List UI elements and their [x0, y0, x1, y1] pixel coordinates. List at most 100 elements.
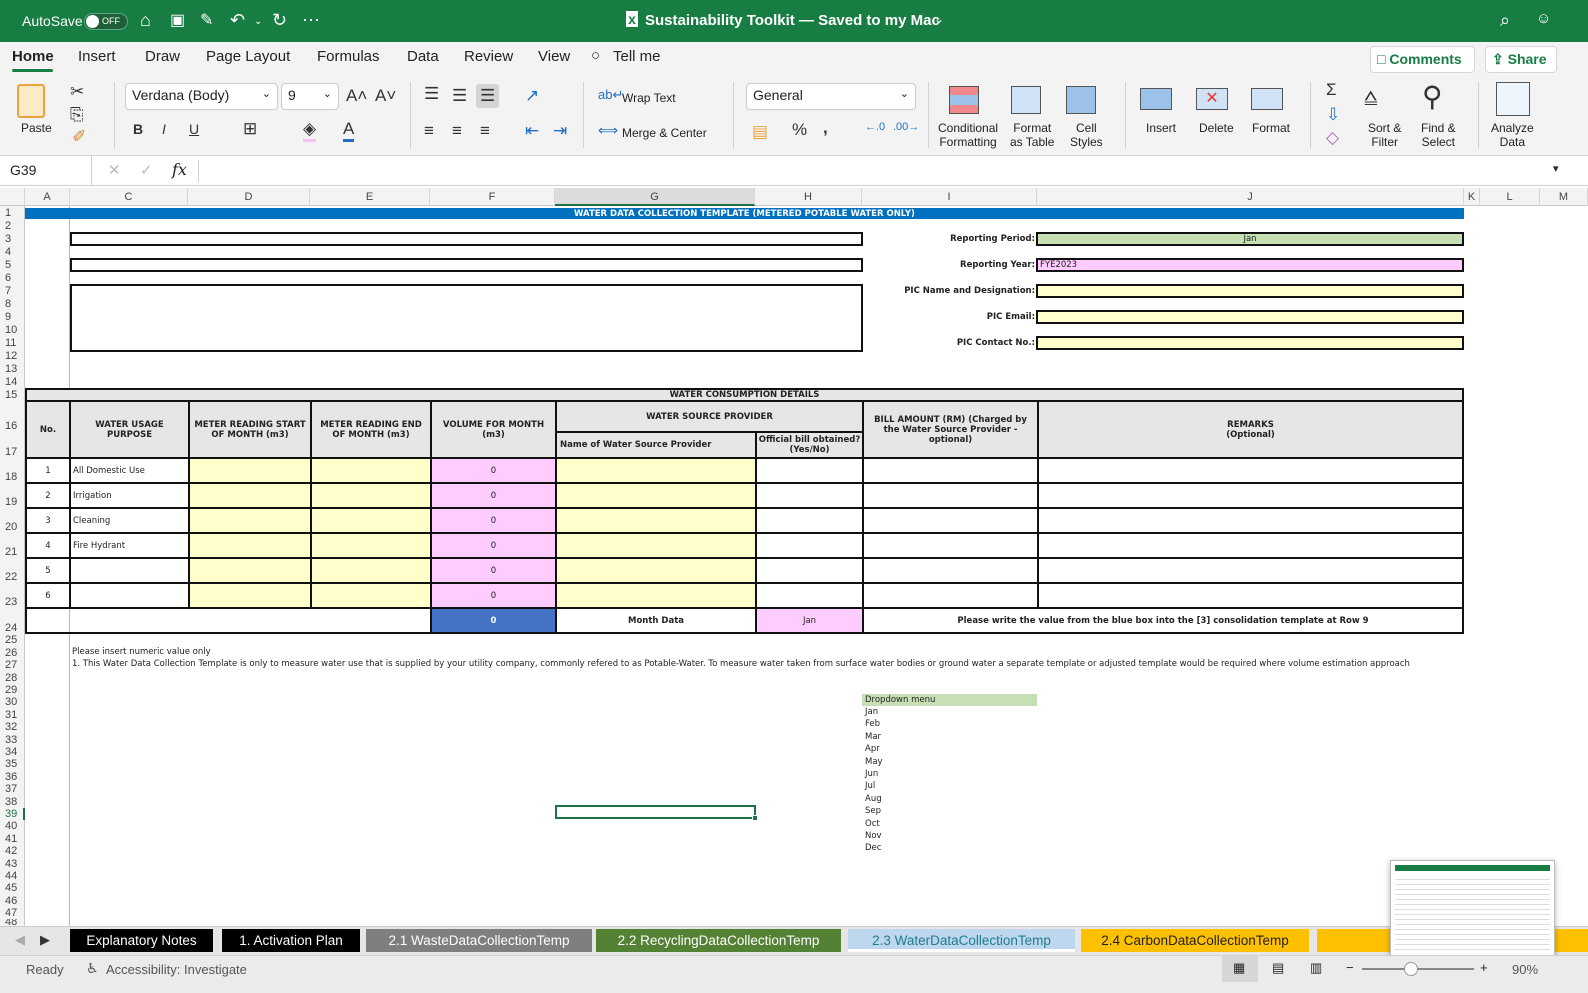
sort-filter-icon[interactable]: ⩠: [1364, 84, 1377, 110]
remarks-input[interactable]: [1037, 507, 1464, 534]
row-header[interactable]: 42: [0, 844, 25, 858]
increase-indent-icon[interactable]: ⇥: [553, 121, 567, 141]
font-size-select[interactable]: 9 ⌄: [281, 83, 339, 110]
increase-font-icon[interactable]: A˄: [346, 86, 367, 106]
usage-purpose[interactable]: [69, 582, 190, 609]
scroll-left-icon[interactable]: ◀: [15, 932, 25, 948]
search-icon[interactable]: ⌕: [1500, 10, 1510, 31]
increase-decimal-icon[interactable]: ←.0: [865, 121, 885, 133]
delete-cells-icon[interactable]: ✕: [1196, 88, 1228, 110]
row-header[interactable]: 6: [0, 271, 25, 284]
column-header[interactable]: D: [188, 188, 310, 206]
more-icon[interactable]: ⋯: [302, 10, 320, 31]
usage-purpose[interactable]: Cleaning: [69, 507, 190, 534]
row-header[interactable]: 4: [0, 245, 25, 258]
format-cells-button[interactable]: Format: [1252, 121, 1290, 135]
month-data-value[interactable]: Jan: [755, 607, 864, 634]
column-header[interactable]: G: [555, 188, 755, 206]
official-bill-input[interactable]: [755, 532, 864, 559]
merge-center-button[interactable]: Merge & Center: [622, 126, 707, 140]
title-chevron-icon[interactable]: ⌄: [934, 12, 944, 26]
meter-start-input[interactable]: [188, 532, 312, 559]
row-header[interactable]: 29: [0, 683, 25, 696]
wrap-text-button[interactable]: Wrap Text: [622, 91, 676, 105]
row-header[interactable]: 40: [0, 820, 25, 833]
paste-button[interactable]: Paste: [21, 121, 52, 135]
row-number[interactable]: 2: [25, 482, 71, 509]
info-value-field[interactable]: Jan: [1036, 232, 1464, 246]
column-header[interactable]: E: [310, 188, 430, 206]
bill-amount-input[interactable]: [862, 457, 1039, 484]
row-header[interactable]: 16: [0, 401, 25, 432]
remarks-input[interactable]: [1037, 482, 1464, 509]
row-header[interactable]: 47: [0, 906, 25, 920]
sheet-tab[interactable]: 2.1 WasteDataCollectionTemp: [366, 929, 592, 952]
usage-purpose[interactable]: [69, 557, 190, 584]
delete-cells-button[interactable]: Delete: [1199, 121, 1234, 135]
meter-start-input[interactable]: [188, 457, 312, 484]
copy-icon[interactable]: ⎘: [70, 105, 84, 125]
autosave-toggle[interactable]: OFF: [84, 13, 128, 30]
volume-value[interactable]: 0: [430, 582, 557, 609]
row-header[interactable]: 19: [0, 483, 25, 508]
undo-dropdown-icon[interactable]: ⌄: [254, 16, 262, 27]
tab-page-layout[interactable]: Page Layout: [206, 48, 290, 65]
remarks-input[interactable]: [1037, 532, 1464, 559]
template-title[interactable]: WATER DATA COLLECTION TEMPLATE (METERED …: [25, 208, 1464, 219]
row-header[interactable]: 22: [0, 558, 25, 583]
row-header[interactable]: 2: [0, 219, 25, 232]
input-box-2[interactable]: [70, 258, 863, 272]
row-header[interactable]: 13: [0, 362, 25, 375]
name-box[interactable]: G39: [0, 156, 92, 185]
insert-cells-icon[interactable]: [1140, 88, 1172, 110]
analyze-data-icon[interactable]: [1496, 82, 1530, 116]
provider-name-input[interactable]: [555, 532, 757, 559]
column-header[interactable]: M: [1540, 188, 1588, 206]
column-header[interactable]: H: [755, 188, 862, 206]
meter-start-input[interactable]: [188, 507, 312, 534]
provider-name-input[interactable]: [555, 482, 757, 509]
bill-amount-input[interactable]: [862, 532, 1039, 559]
autosum-icon[interactable]: Σ: [1326, 80, 1337, 100]
column-header[interactable]: J: [1037, 188, 1464, 206]
remarks-input[interactable]: [1037, 457, 1464, 484]
row-header[interactable]: 18: [0, 458, 25, 483]
fill-icon[interactable]: ⇩: [1326, 105, 1340, 125]
expand-formula-icon[interactable]: ▾: [1553, 162, 1559, 175]
italic-icon[interactable]: I: [162, 121, 166, 137]
row-number[interactable]: 6: [25, 582, 71, 609]
row-header[interactable]: 37: [0, 782, 25, 796]
font-name-select[interactable]: Verdana (Body) ⌄: [125, 83, 278, 110]
align-bottom-icon[interactable]: ☰: [476, 84, 500, 108]
conditional-formatting-icon[interactable]: [949, 86, 979, 114]
accounting-format-icon[interactable]: ▤: [752, 122, 768, 142]
fill-handle[interactable]: [752, 815, 758, 821]
undo-icon[interactable]: ↶: [230, 10, 245, 31]
save-icon[interactable]: ▣: [170, 10, 185, 30]
volume-value[interactable]: 0: [430, 457, 557, 484]
row-number[interactable]: 3: [25, 507, 71, 534]
row-header[interactable]: 34: [0, 745, 25, 758]
row-header[interactable]: 11: [0, 336, 25, 349]
analyze-data-button[interactable]: Analyze Data: [1491, 121, 1534, 149]
collaborate-icon[interactable]: ☺: [1536, 10, 1551, 27]
row-header[interactable]: 41: [0, 832, 25, 845]
input-box-3[interactable]: [70, 284, 863, 352]
align-left-icon[interactable]: ≡: [424, 121, 434, 141]
page-layout-view-icon[interactable]: ▤: [1272, 960, 1284, 976]
save-as-icon[interactable]: ✎: [200, 10, 213, 30]
info-value-field[interactable]: [1036, 284, 1464, 298]
row-header[interactable]: 39: [0, 807, 25, 820]
selected-cell-g39[interactable]: [555, 805, 756, 819]
row-header[interactable]: 28: [0, 671, 25, 684]
comments-button[interactable]: □ Comments: [1370, 46, 1475, 73]
row-header[interactable]: 15: [0, 388, 25, 401]
sheet-tab[interactable]: 2.2 RecyclingDataCollectionTemp: [596, 929, 841, 952]
volume-value[interactable]: 0: [430, 482, 557, 509]
volume-value[interactable]: 0: [430, 532, 557, 559]
tab-review[interactable]: Review: [464, 48, 513, 65]
row-header[interactable]: 33: [0, 733, 25, 746]
column-header[interactable]: F: [430, 188, 555, 206]
meter-end-input[interactable]: [310, 457, 432, 484]
conditional-formatting-button[interactable]: Conditional Formatting: [938, 121, 998, 149]
